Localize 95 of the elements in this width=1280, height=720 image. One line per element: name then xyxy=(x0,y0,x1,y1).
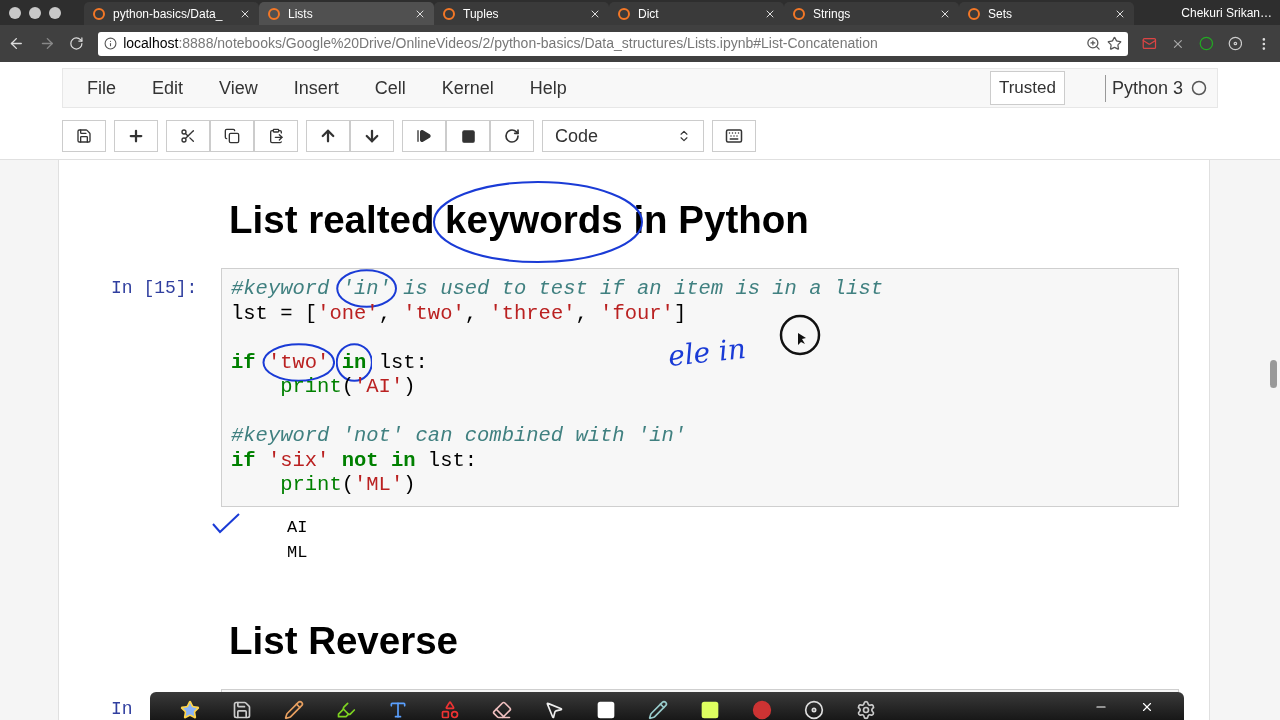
pen-icon[interactable] xyxy=(648,700,668,720)
star-icon[interactable] xyxy=(180,700,200,720)
square-icon[interactable] xyxy=(596,700,616,720)
input-prompt: In xyxy=(111,697,133,720)
extension-icon[interactable] xyxy=(1227,36,1243,51)
code-line: #keyword 'in' is used to test if an item is in a list xyxy=(231,277,883,302)
code-line: print('ML') xyxy=(280,473,416,498)
save-button[interactable] xyxy=(62,120,106,152)
disc-icon[interactable] xyxy=(804,700,824,720)
close-icon[interactable] xyxy=(1140,700,1154,714)
browser-tab[interactable]: Tuples xyxy=(434,2,609,25)
tab-title: python-basics/Data_ xyxy=(113,5,224,23)
reload-icon[interactable] xyxy=(69,36,85,51)
mail-extension-icon[interactable] xyxy=(1142,36,1157,51)
menu-item[interactable]: Cell xyxy=(360,74,420,102)
code-line: if 'six' not in lst: xyxy=(231,448,478,473)
output-text: ML xyxy=(287,541,308,564)
profile-name[interactable]: Chekuri Srikan… xyxy=(1181,3,1280,22)
menu-item[interactable]: Edit xyxy=(138,74,198,102)
tab-title: Strings xyxy=(813,5,852,23)
scrollbar-thumb[interactable] xyxy=(1270,360,1277,388)
highlighter-icon[interactable] xyxy=(336,700,356,720)
menu-item[interactable]: View xyxy=(205,74,272,102)
jupyter-icon xyxy=(967,6,981,21)
back-icon[interactable] xyxy=(8,35,25,52)
cell-type-select[interactable]: Code xyxy=(542,120,704,152)
jupyter-icon xyxy=(617,6,631,21)
close-window-icon[interactable] xyxy=(9,6,21,19)
extension-icon[interactable] xyxy=(1198,36,1214,51)
cut-button[interactable] xyxy=(166,120,210,152)
tab-title: Dict xyxy=(638,5,660,23)
move-up-button[interactable] xyxy=(306,120,350,152)
save-icon[interactable] xyxy=(232,700,252,720)
browser-tab[interactable]: python-basics/Data_ xyxy=(84,2,259,25)
ink-check-mark xyxy=(211,512,241,534)
insert-cell-button[interactable] xyxy=(114,120,158,152)
scissors-icon xyxy=(180,128,196,144)
trusted-badge[interactable]: Trusted xyxy=(989,71,1065,105)
menu-item[interactable]: Help xyxy=(515,74,581,102)
command-palette-button[interactable] xyxy=(712,120,756,152)
menu-item[interactable]: File xyxy=(73,74,130,102)
record-icon[interactable] xyxy=(752,700,772,720)
jupyter-icon xyxy=(92,6,106,21)
copy-button[interactable] xyxy=(210,120,254,152)
fill-color-icon[interactable] xyxy=(700,700,720,720)
menu-item[interactable]: Insert xyxy=(279,74,353,102)
restart-icon xyxy=(504,128,520,144)
jupyter-icon xyxy=(442,6,456,21)
stop-button[interactable] xyxy=(446,120,490,152)
browser-tab[interactable]: Lists xyxy=(259,2,434,25)
tab-title: Sets xyxy=(988,5,1013,23)
zoom-icon[interactable] xyxy=(1086,36,1102,51)
jupyter-icon xyxy=(267,6,281,21)
run-button[interactable] xyxy=(402,120,446,152)
kernel-idle-icon xyxy=(1191,80,1207,96)
restart-button[interactable] xyxy=(490,120,534,152)
save-icon xyxy=(76,128,92,144)
move-down-button[interactable] xyxy=(350,120,394,152)
tab-title: Tuples xyxy=(463,5,500,23)
bookmark-star-icon[interactable] xyxy=(1107,36,1123,51)
browser-tab[interactable]: Strings xyxy=(784,2,959,25)
url-text: localhost:8888/notebooks/Google%20Drive/OnlineVideos/2/python-basics/Data_structures/Lists.ipynb#List-Concatenation xyxy=(123,34,879,53)
handwritten-note: ele in xyxy=(666,334,748,372)
paste-button[interactable] xyxy=(254,120,298,152)
shapes-icon[interactable] xyxy=(440,700,460,720)
browser-tab[interactable]: Sets xyxy=(959,2,1134,25)
keyboard-icon xyxy=(725,127,743,145)
section-heading: List Reverse xyxy=(229,623,458,658)
code-line: if 'two' in lst: xyxy=(231,350,428,375)
maximize-window-icon[interactable] xyxy=(49,6,61,19)
tab-title: Lists xyxy=(288,5,314,23)
paste-icon xyxy=(268,128,284,144)
pointer-icon[interactable] xyxy=(544,700,564,720)
arrow-down-icon xyxy=(363,127,381,145)
jupyter-icon xyxy=(792,6,806,21)
settings-icon[interactable] xyxy=(856,700,876,720)
code-line: print('AI') xyxy=(280,375,416,400)
minimize-window-icon[interactable] xyxy=(29,6,41,19)
code-line: lst = ['one', 'two', 'three', 'four'] xyxy=(231,301,687,326)
output-text: AI xyxy=(287,516,308,539)
cursor-highlight-icon xyxy=(778,313,822,357)
run-icon xyxy=(416,128,432,144)
info-icon xyxy=(104,37,118,50)
browser-tab[interactable]: Dict xyxy=(609,2,784,25)
input-prompt: In [15]: xyxy=(111,277,198,300)
code-line: #keyword 'not' can combined with 'in' xyxy=(231,424,687,449)
menu-item[interactable]: Kernel xyxy=(427,74,508,102)
stop-icon xyxy=(460,128,476,144)
text-tool-icon[interactable] xyxy=(388,700,408,720)
eraser-icon[interactable] xyxy=(492,700,512,720)
kernel-name: Python 3 xyxy=(1104,74,1183,102)
copy-icon xyxy=(224,128,240,144)
pencil-icon[interactable] xyxy=(284,700,304,720)
address-field[interactable]: localhost:8888/notebooks/Google%20Drive/OnlineVideos/2/python-basics/Data_structures/Lists.ipynb#List-Concatenation xyxy=(98,31,1129,56)
plus-icon xyxy=(127,127,145,145)
